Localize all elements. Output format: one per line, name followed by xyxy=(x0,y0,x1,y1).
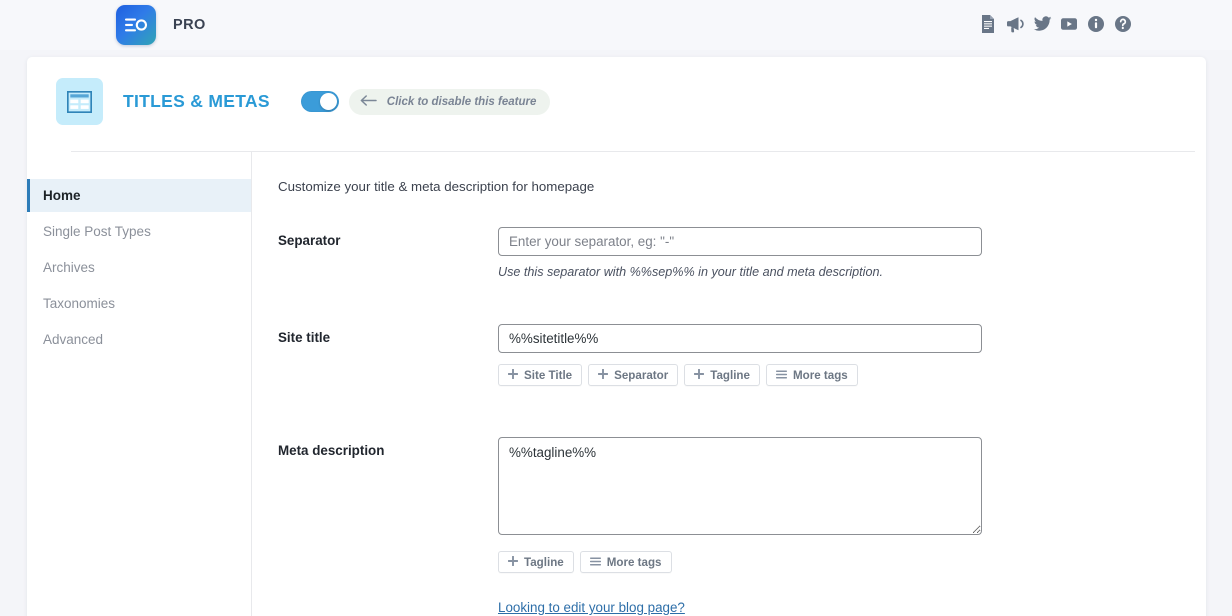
button-label: More tags xyxy=(793,369,848,382)
feature-toggle[interactable] xyxy=(301,91,339,112)
button-label: Site Title xyxy=(524,369,572,382)
button-label: Tagline xyxy=(524,556,564,569)
separator-help-note: Use this separator with %%sep%% in your … xyxy=(498,265,982,279)
settings-card: TITLES & METAS Click to disable this fea… xyxy=(27,57,1206,616)
megaphone-icon[interactable] xyxy=(1006,15,1023,33)
toggle-hint-label: Click to disable this feature xyxy=(387,96,537,108)
sidebar-item-label: Home xyxy=(43,188,81,203)
document-icon[interactable] xyxy=(979,15,996,33)
brand-label: PRO xyxy=(173,17,206,33)
meta-description-label: Meta description xyxy=(278,437,498,458)
meta-description-tag-buttons: Tagline More tags xyxy=(498,551,982,573)
sidebar-item-single-post-types[interactable]: Single Post Types xyxy=(27,215,251,248)
hamburger-icon xyxy=(590,556,601,569)
toggle-hint: Click to disable this feature xyxy=(349,89,551,115)
separator-field-row: Separator Use this separator with %%sep%… xyxy=(278,227,1206,279)
settings-content: Customize your title & meta description … xyxy=(252,152,1206,616)
meta-description-input[interactable] xyxy=(498,437,982,535)
sidebar-item-home[interactable]: Home xyxy=(27,179,251,212)
button-label: Tagline xyxy=(710,369,750,382)
twitter-icon[interactable] xyxy=(1033,15,1050,33)
separator-label: Separator xyxy=(278,227,498,248)
sidebar-item-advanced[interactable]: Advanced xyxy=(27,323,251,356)
site-title-label: Site title xyxy=(278,324,498,345)
page-title: TITLES & METAS xyxy=(123,91,270,112)
plus-icon xyxy=(508,369,518,382)
youtube-icon[interactable] xyxy=(1060,15,1077,33)
button-label: More tags xyxy=(607,556,662,569)
sidebar-item-taxonomies[interactable]: Taxonomies xyxy=(27,287,251,320)
plus-icon xyxy=(694,369,704,382)
arrow-left-icon xyxy=(360,93,377,111)
feature-header: TITLES & METAS Click to disable this fea… xyxy=(27,57,1206,125)
edit-blog-page-link[interactable]: Looking to edit your blog page? xyxy=(498,600,685,615)
site-title-input[interactable] xyxy=(498,324,982,353)
hamburger-icon xyxy=(776,369,787,382)
sidebar-item-label: Archives xyxy=(43,260,95,275)
site-title-field-row: Site title Site Title Separator xyxy=(278,324,1206,386)
separator-input[interactable] xyxy=(498,227,982,256)
sidebar-item-label: Single Post Types xyxy=(43,224,151,239)
sidebar-item-label: Taxonomies xyxy=(43,296,115,311)
top-bar: PRO xyxy=(0,0,1232,50)
content-lead-text: Customize your title & meta description … xyxy=(278,179,1206,194)
sidebar-item-archives[interactable]: Archives xyxy=(27,251,251,284)
top-icon-group xyxy=(979,15,1131,33)
sidebar-item-label: Advanced xyxy=(43,332,103,347)
info-circle-icon[interactable] xyxy=(1087,15,1104,33)
more-tags-button[interactable]: More tags xyxy=(766,364,858,386)
more-tags-button[interactable]: More tags xyxy=(580,551,672,573)
table-grid-icon xyxy=(56,78,103,125)
plus-icon xyxy=(598,369,608,382)
toggle-knob xyxy=(320,93,337,110)
brand: PRO xyxy=(116,5,206,45)
insert-site-title-button[interactable]: Site Title xyxy=(498,364,582,386)
insert-separator-button[interactable]: Separator xyxy=(588,364,678,386)
help-circle-icon[interactable] xyxy=(1114,15,1131,33)
seopress-logo-icon[interactable] xyxy=(116,5,156,45)
plus-icon xyxy=(508,556,518,569)
insert-tagline-button[interactable]: Tagline xyxy=(684,364,760,386)
card-body: Home Single Post Types Archives Taxonomi… xyxy=(27,152,1206,616)
settings-sidebar: Home Single Post Types Archives Taxonomi… xyxy=(27,152,252,616)
site-title-tag-buttons: Site Title Separator Tagline More t xyxy=(498,364,982,386)
insert-tagline-button[interactable]: Tagline xyxy=(498,551,574,573)
button-label: Separator xyxy=(614,369,668,382)
meta-description-field-row: Meta description Tagline More tags Loo xyxy=(278,437,1206,616)
